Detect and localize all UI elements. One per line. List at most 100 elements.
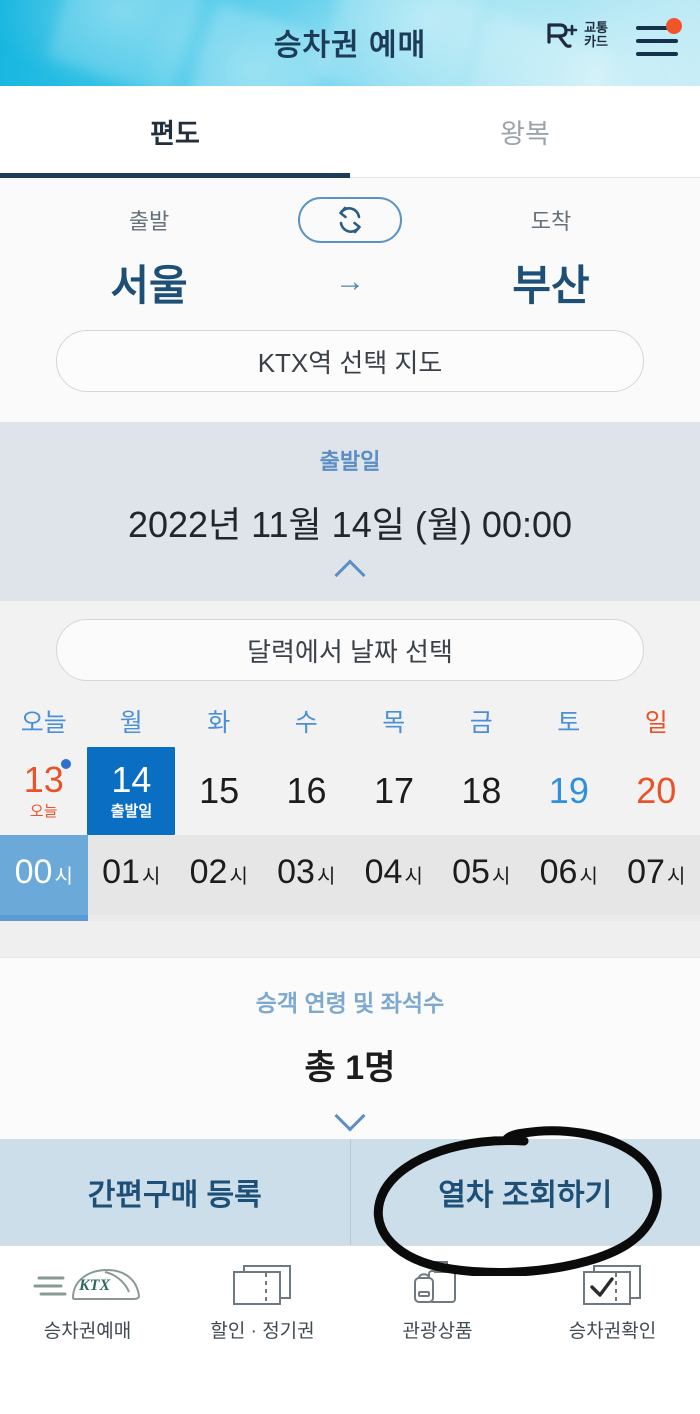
transit-card-logo[interactable]: 교통 카드 [546,20,608,50]
hour-number: 05 [452,853,490,891]
transit-card-mark-icon [547,23,578,48]
date-number: 20 [636,770,677,812]
departure-date-label: 출발일 [319,449,381,474]
dow-fri: 금 [469,709,493,737]
hour-number: 07 [627,853,665,891]
date-number: 18 [461,770,502,812]
hour-strip: 00 시 01 시 02 시 03 시 04 시 05 시 06 시 07 시 [0,835,700,915]
date-cell-16[interactable]: 16 [263,747,350,835]
dow-sun: 일 [644,709,668,737]
tab-round-trip[interactable]: 왕복 [350,86,700,177]
hour-number: 06 [539,853,578,891]
tickets-icon [230,1260,296,1308]
hour-number: 00 [14,853,53,891]
hour-cell-04[interactable]: 04 시 [350,835,438,915]
date-number: 16 [286,770,327,812]
nav-item-discount-pass[interactable]: 할인 · 정기권 [175,1246,350,1357]
trip-type-tabs: 편도 왕복 [0,86,700,178]
nav-label: 승차권예매 [43,1321,132,1342]
calendar-section: 달력에서 날짜 선택 오늘 월 화 수 목 금 토 일 13 오늘 14 출발일… [0,601,700,957]
hamburger-bar [636,39,678,43]
transit-card-line2: 카드 [584,34,608,49]
nav-label: 할인 · 정기권 [210,1321,315,1342]
route-label-row: 출발 도착 [0,194,700,246]
transit-card-label: 교통 카드 [584,21,608,48]
dow-thu: 목 [382,709,406,737]
hour-cell-02[interactable]: 02 시 [175,835,263,915]
nav-item-ticket-booking[interactable]: KTX 승차권예매 [0,1246,175,1357]
svg-text:KTX: KTX [78,1277,110,1294]
hour-unit: 시 [54,866,73,888]
date-strip: 13 오늘 14 출발일 15 16 17 18 19 20 [0,747,700,835]
action-bar: 간편구매 등록 열차 조회하기 [0,1126,700,1276]
dow-sat: 토 [557,709,581,737]
hour-unit: 시 [666,866,686,888]
station-map-button[interactable]: KTX역 선택 지도 [56,330,644,392]
hour-cell-05[interactable]: 05 시 [438,835,526,915]
arrival-station[interactable]: 부산 [402,252,700,313]
search-trains-button[interactable]: 열차 조회하기 [349,1139,700,1245]
route-city-row: 서울 → 부산 [0,246,700,318]
departure-station[interactable]: 서울 [0,252,298,313]
hour-cell-07[interactable]: 07 시 [613,835,700,915]
date-number: 13 [23,758,64,800]
section-gap [0,921,700,957]
date-cell-20[interactable]: 20 [613,747,700,835]
chevron-up-icon [334,559,366,591]
notification-dot [666,18,682,34]
calendar-picker-button[interactable]: 달력에서 날짜 선택 [56,619,644,681]
route-arrow-icon: → [335,265,365,298]
hamburger-bar [636,52,678,56]
app-root: 승차권 예매 교통 카드 편도 왕복 출발 도착 서울 → 부산 KTX역 선택… [0,0,700,1414]
date-cell-19[interactable]: 19 [525,747,612,835]
departure-label: 출발 [128,209,170,234]
route-selector: 출발 도착 서울 → 부산 KTX역 선택 지도 [0,178,700,422]
dow-today: 오늘 [20,709,67,737]
luggage-icon [409,1260,467,1308]
arrival-label: 도착 [530,209,572,234]
app-header: 승차권 예매 교통 카드 [0,0,700,86]
hour-cell-00-selected[interactable]: 00 시 [0,835,88,915]
hour-cell-01[interactable]: 01 시 [88,835,176,915]
collapse-date-button[interactable] [0,559,700,591]
date-sublabel: 오늘 [29,803,58,821]
ticket-check-icon [580,1260,646,1308]
date-cell-13[interactable]: 13 오늘 [0,747,87,835]
hour-cell-03[interactable]: 03 시 [263,835,351,915]
date-cell-14-selected[interactable]: 14 출발일 [87,747,176,835]
nav-item-ticket-check[interactable]: 승차권확인 [525,1246,700,1357]
departure-date-value[interactable]: 2022년 11월 14일 (월) 00:00 [0,496,700,548]
hour-unit: 시 [491,866,511,888]
day-of-week-row: 오늘 월 화 수 목 금 토 일 [0,703,700,739]
hour-unit: 시 [316,866,336,888]
date-number: 17 [373,770,414,812]
register-quick-purchase-button[interactable]: 간편구매 등록 [0,1139,350,1245]
route-spacer [0,392,700,414]
hour-scrollbar[interactable] [0,915,700,921]
date-cell-17[interactable]: 17 [350,747,437,835]
departure-date-panel: 출발일 2022년 11월 14일 (월) 00:00 [0,422,700,601]
hamburger-menu-icon[interactable] [634,18,682,62]
swap-arrows-icon [339,206,361,234]
hour-cell-06[interactable]: 06 시 [525,835,613,915]
passenger-count-value[interactable]: 총 1명 [0,1040,700,1089]
hour-scrollbar-thumb[interactable] [0,915,88,921]
swap-stations-button[interactable] [298,197,402,243]
today-indicator-dot [61,759,72,769]
nav-item-tour-products[interactable]: 관광상품 [350,1246,525,1357]
ktx-train-icon: KTX [33,1260,143,1308]
date-number: 15 [199,770,240,812]
transit-card-line1: 교통 [584,20,608,36]
date-sublabel: 출발일 [110,803,153,821]
passenger-label: 승객 연령 및 좌석수 [255,990,445,1016]
date-cell-18[interactable]: 18 [438,747,525,835]
date-cell-15[interactable]: 15 [175,747,262,835]
nav-label: 관광상품 [402,1321,473,1342]
hour-number: 04 [364,853,403,891]
bottom-navigation: KTX 승차권예매 할인 · 정기권 관광상품 승차권확인 [0,1245,700,1357]
expand-passenger-button[interactable] [0,1100,700,1132]
hour-unit: 시 [141,866,161,888]
dow-wed: 수 [294,709,318,737]
tab-one-way[interactable]: 편도 [0,86,350,178]
hour-number: 02 [189,853,228,891]
